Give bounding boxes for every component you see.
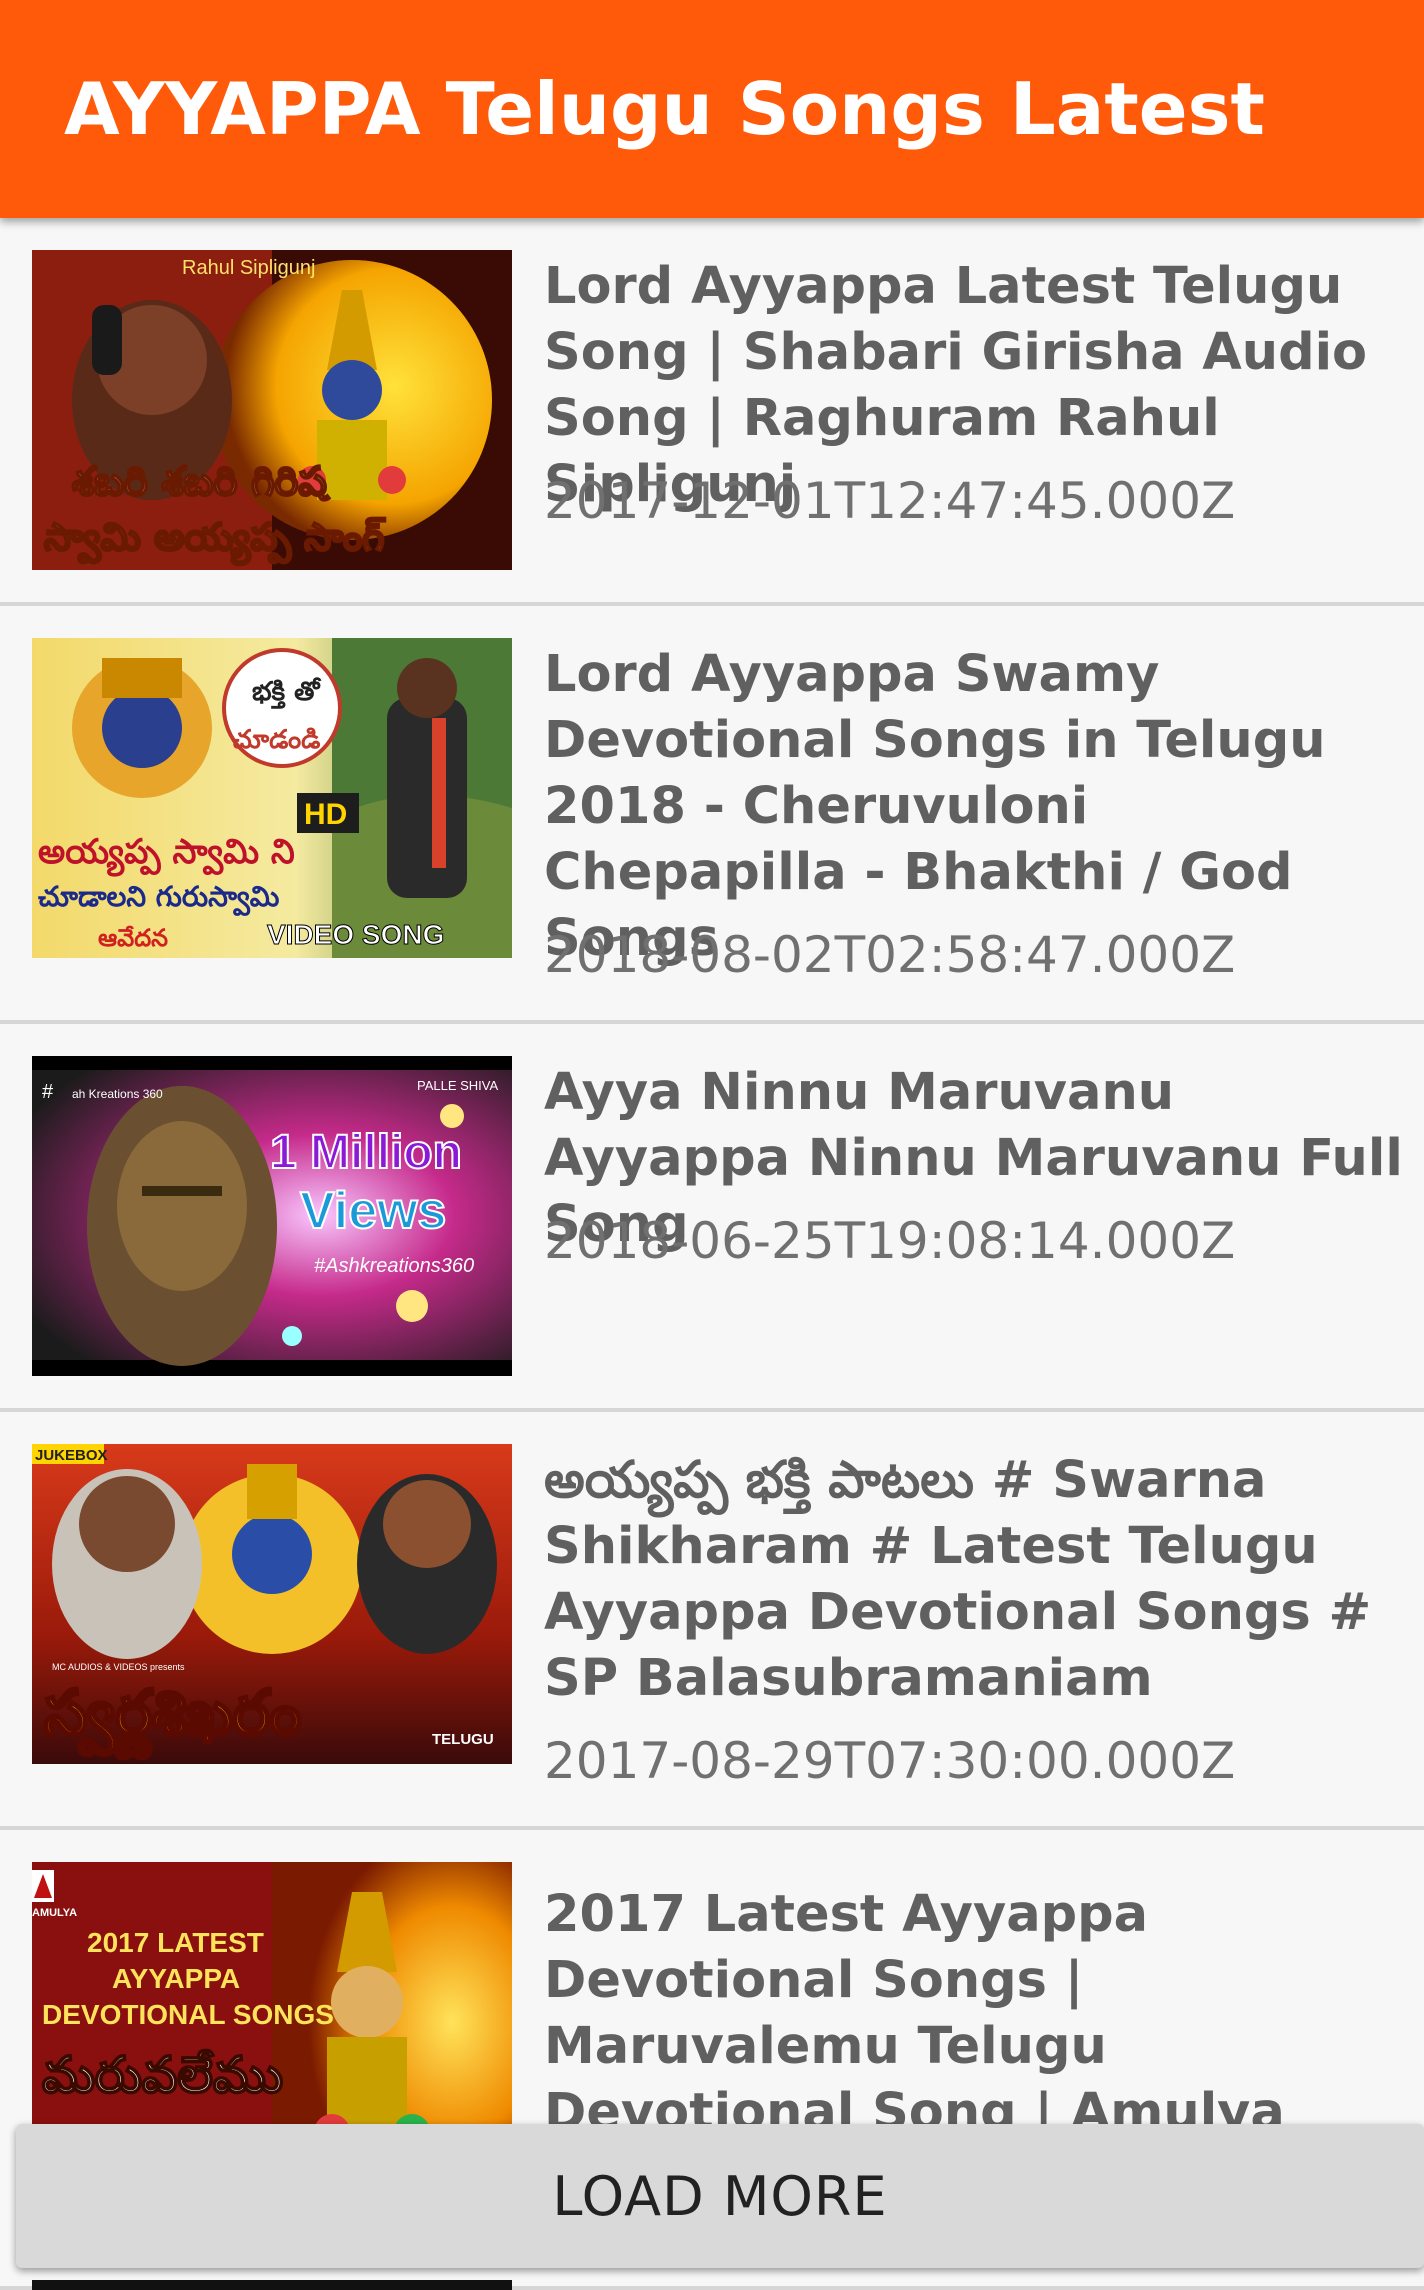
svg-text:1 Million: 1 Million — [270, 1126, 462, 1179]
svg-text:చూడండి: చూడండి — [232, 725, 320, 755]
video-thumbnail[interactable]: JUKEBOX MC AUDIOS & VIDEOS presents స్వర… — [32, 1444, 512, 1764]
video-thumbnail[interactable]: భక్తి తో చూడండి HD అయ్యప్ప స్వామి ని చూడ… — [32, 638, 512, 958]
load-more-button[interactable]: LOAD MORE — [16, 2124, 1424, 2268]
video-title[interactable]: అయ్యప్ప భక్తి పాటలు # Swarna Shikharam #… — [544, 1448, 1404, 1712]
svg-text:MC AUDIOS & VIDEOS presents: MC AUDIOS & VIDEOS presents — [52, 1662, 185, 1672]
video-date: 2017-12-01T12:47:45.000Z — [544, 472, 1236, 530]
thumbnail-3-art: # ah Kreations 360 PALLE SHIVA 1 Million… — [32, 1056, 512, 1376]
svg-text:స్వర్ణశిఖరం: స్వర్ణశిఖరం — [44, 1676, 301, 1759]
video-item[interactable]: భక్తి తో చూడండి HD అయ్యప్ప స్వామి ని చూడ… — [0, 606, 1424, 1024]
app-bar: AYYAPPA Telugu Songs Latest — [0, 0, 1424, 218]
video-item[interactable]: # ah Kreations 360 PALLE SHIVA 1 Million… — [0, 1024, 1424, 1412]
svg-text:శబరి శబరి గిరిష: శబరి శబరి గిరిష — [72, 459, 330, 505]
svg-text:2017 LATEST: 2017 LATEST — [87, 1927, 264, 1958]
svg-text:అయ్యప్ప స్వామి ని: అయ్యప్ప స్వామి ని — [38, 832, 295, 877]
thumbnail-4-art: JUKEBOX MC AUDIOS & VIDEOS presents స్వర… — [32, 1444, 512, 1764]
svg-text:DEVOTIONAL SONGS: DEVOTIONAL SONGS — [42, 1999, 334, 2030]
app-title: AYYAPPA Telugu Songs Latest — [64, 67, 1265, 151]
video-item[interactable]: JUKEBOX MC AUDIOS & VIDEOS presents స్వర… — [0, 1412, 1424, 1830]
svg-text:ah Kreations 360: ah Kreations 360 — [72, 1087, 163, 1101]
next-item-thumbnail-edge — [32, 2280, 512, 2290]
svg-text:భక్తి తో: భక్తి తో — [252, 677, 322, 709]
video-item[interactable]: Rahul Sipligunj శబరి శబరి గిరిష స్వామి అ… — [0, 218, 1424, 606]
svg-text:TELUGU: TELUGU — [432, 1731, 494, 1748]
svg-text:PALLE SHIVA: PALLE SHIVA — [417, 1078, 498, 1093]
svg-text:HD: HD — [304, 798, 347, 831]
svg-text:Rahul Sipligunj: Rahul Sipligunj — [182, 257, 315, 279]
thumbnail-1-art: Rahul Sipligunj శబరి శబరి గిరిష స్వామి అ… — [32, 250, 512, 570]
svg-text:#: # — [42, 1081, 54, 1103]
svg-text:Views: Views — [300, 1182, 446, 1240]
svg-text:#Ashkreations360: #Ashkreations360 — [314, 1255, 474, 1277]
svg-text:JUKEBOX: JUKEBOX — [35, 1447, 108, 1464]
video-date: 2017-08-29T07:30:00.000Z — [544, 1732, 1236, 1790]
svg-text:VIDEO SONG: VIDEO SONG — [267, 919, 444, 950]
svg-text:చూడాలని గురుస్వామి: చూడాలని గురుస్వామి — [38, 880, 280, 916]
thumbnail-2-art: భక్తి తో చూడండి HD అయ్యప్ప స్వామి ని చూడ… — [32, 638, 512, 958]
video-thumbnail[interactable]: Rahul Sipligunj శబరి శబరి గిరిష స్వామి అ… — [32, 250, 512, 570]
svg-text:మరువలేము: మరువలేము — [42, 2046, 283, 2104]
svg-text:AMULYA: AMULYA — [32, 1907, 77, 1919]
svg-text:స్వామి అయ్యప్ప సాంగ్: స్వామి అయ్యప్ప సాంగ్ — [44, 515, 386, 566]
video-date: 2018-08-02T02:58:47.000Z — [544, 926, 1236, 984]
video-thumbnail[interactable]: # ah Kreations 360 PALLE SHIVA 1 Million… — [32, 1056, 512, 1376]
svg-text:AYYAPPA: AYYAPPA — [112, 1963, 240, 1994]
video-date: 2018-06-25T19:08:14.000Z — [544, 1212, 1236, 1270]
svg-text:ఆవేదన: ఆవేదన — [98, 924, 168, 952]
